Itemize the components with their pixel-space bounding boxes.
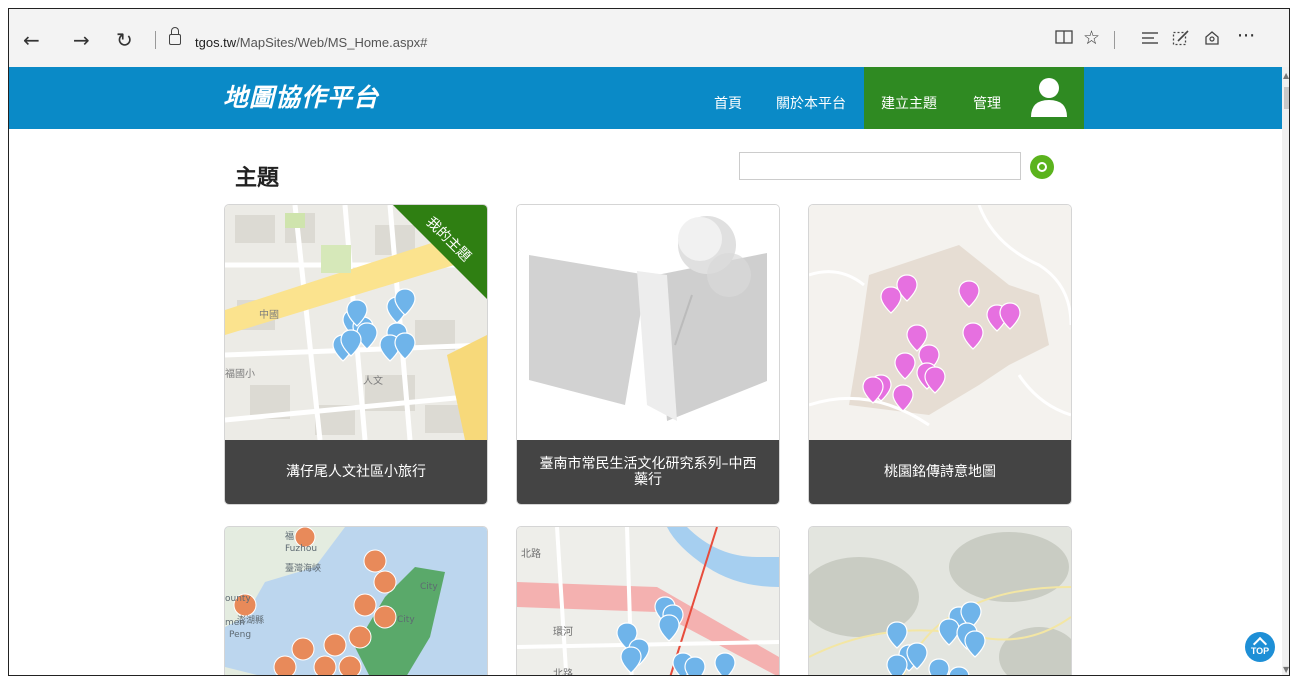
refresh-icon[interactable]: ↻	[116, 30, 133, 50]
hub-icon[interactable]	[1141, 29, 1159, 49]
map-label: 北路	[553, 667, 573, 676]
default-map-placeholder-icon	[517, 205, 779, 440]
toolbar-divider	[1114, 31, 1115, 49]
site-header: 地圖協作平台 首頁 關於本平台 建立主題 管理	[9, 67, 1282, 129]
topic-card[interactable]: 北路 環河 北路	[516, 526, 780, 676]
back-to-top-button[interactable]: TOP	[1245, 632, 1275, 662]
toolbar-divider	[155, 31, 156, 49]
topic-card[interactable]: 福國小 中國 人文 我的主題 溝仔尾人文社區小旅行	[224, 204, 488, 505]
map-label: Peng	[229, 630, 251, 640]
map-thumbnail	[809, 527, 1071, 675]
browser-toolbar: ← → ↻ tgos.tw/MapSites/Web/MS_Home.aspx#…	[9, 9, 1289, 68]
reading-view-icon[interactable]	[1055, 29, 1073, 49]
search-icon[interactable]	[1030, 155, 1054, 179]
map-label: 臺灣海峽	[285, 562, 321, 574]
scroll-up-arrow-icon[interactable]: ▲	[1283, 71, 1289, 80]
map-label: 福國小	[225, 367, 255, 380]
scrollbar-thumb[interactable]	[1284, 87, 1289, 109]
nav-about[interactable]: 關於本平台	[776, 93, 846, 113]
card-title[interactable]: 溝仔尾人文社區小旅行	[225, 440, 487, 504]
page-title: 主題	[235, 166, 280, 191]
share-icon[interactable]	[1203, 29, 1221, 51]
card-title[interactable]: 桃園銘傳詩意地圖	[809, 440, 1071, 504]
map-label: ounty	[225, 594, 251, 604]
nav-home[interactable]: 首頁	[714, 93, 742, 113]
topic-card[interactable]: 桃園銘傳詩意地圖	[808, 204, 1072, 505]
user-avatar-icon[interactable]	[1029, 77, 1069, 119]
web-note-icon[interactable]	[1172, 29, 1190, 51]
map-label: City	[397, 615, 415, 625]
url-domain: tgos.tw	[195, 35, 237, 50]
forward-icon[interactable]: →	[73, 30, 90, 50]
map-label: 中國	[259, 308, 279, 321]
more-icon[interactable]: ···	[1237, 27, 1255, 46]
map-label: 北路	[521, 547, 541, 560]
map-label: City	[420, 582, 438, 592]
scrollbar[interactable]	[1282, 67, 1289, 675]
nav-create-topic[interactable]: 建立主題	[881, 93, 937, 113]
address-bar[interactable]: tgos.tw/MapSites/Web/MS_Home.aspx#	[195, 35, 427, 50]
map-label: men	[225, 618, 245, 628]
search-input[interactable]	[739, 152, 1021, 180]
card-title[interactable]: 臺南市常民生活文化研究系列–中西藥行	[517, 440, 779, 504]
favorite-star-icon[interactable]: ☆	[1083, 29, 1100, 48]
map-label: 福	[285, 530, 294, 542]
topic-card[interactable]	[808, 526, 1072, 675]
lock-shackle	[171, 27, 179, 34]
browser-window: ← → ↻ tgos.tw/MapSites/Web/MS_Home.aspx#…	[8, 8, 1290, 676]
map-thumbnail: 北路 環河 北路	[517, 527, 779, 676]
back-icon[interactable]: ←	[23, 30, 40, 50]
map-thumbnail: 福 Fuzhou 臺灣海峽 City ounty 澎湖縣 men Peng Ci…	[225, 527, 487, 675]
url-path: /MapSites/Web/MS_Home.aspx#	[236, 35, 428, 50]
map-thumbnail	[809, 205, 1071, 440]
map-label: Fuzhou	[285, 544, 317, 554]
map-label: 人文	[363, 374, 383, 387]
site-logo[interactable]: 地圖協作平台	[223, 78, 379, 114]
topic-card[interactable]: 臺南市常民生活文化研究系列–中西藥行	[516, 204, 780, 505]
scroll-down-arrow-icon[interactable]: ▼	[1283, 665, 1289, 674]
map-label: 環河	[553, 626, 573, 638]
topic-card[interactable]: 福 Fuzhou 臺灣海峽 City ounty 澎湖縣 men Peng Ci…	[224, 526, 488, 675]
nav-manage[interactable]: 管理	[973, 93, 1001, 113]
lock-icon	[169, 34, 181, 45]
